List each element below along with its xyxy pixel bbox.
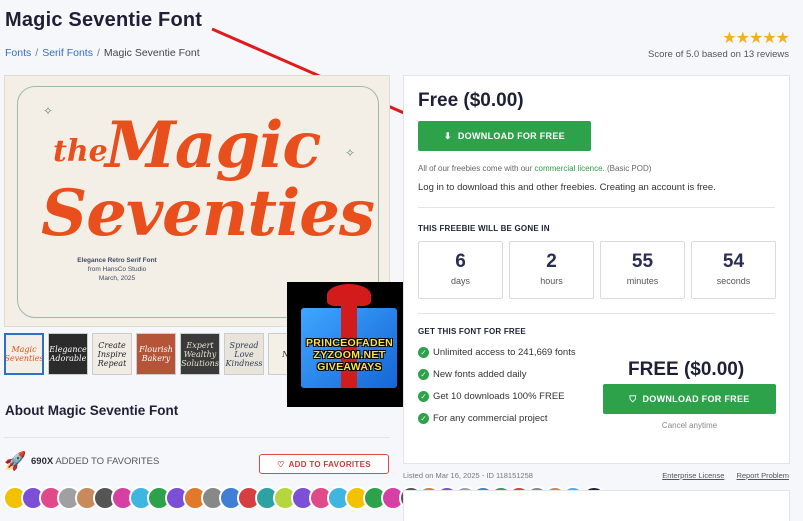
rocket-icon: 🚀 (4, 451, 27, 471)
rating-score: Score of 5.0 based on 13 reviews (647, 49, 789, 60)
heart-icon: ♡ (277, 459, 285, 469)
divider (418, 207, 775, 208)
gift-overlay-image: PRINCEOFADEN ZYZOOM.NET GIVEAWAYS (287, 282, 412, 407)
preview-subtitle: Elegance Retro Serif Font from HansCo St… (57, 256, 177, 283)
cancel-anytime-text: Cancel anytime (661, 421, 718, 430)
feature-item: ✓ For any commercial project (418, 412, 588, 425)
preview-subtitle-line3: March, 2025 (98, 275, 136, 282)
check-icon: ✓ (418, 391, 429, 402)
sparkle-icon: ✧ (345, 146, 356, 160)
breadcrumb-current: Magic Seventie Font (103, 47, 200, 59)
gift-text-line3: GIVEAWAYS (317, 361, 382, 373)
preview-subtitle-bold: Elegance Retro Serif Font (77, 257, 157, 264)
licence-prefix: All of our freebies come with our (418, 164, 535, 173)
download-button-label: DOWNLOAD FOR FREE (457, 131, 565, 141)
countdown-minutes: 55 minutes (600, 241, 685, 299)
countdown-unit: hours (540, 276, 563, 286)
gift-text-line1: PRINCEOFADEN (305, 337, 394, 349)
favorites-count: 690X ADDED TO FAVORITES (31, 456, 159, 467)
login-text: Log in to download this and other freebi… (418, 182, 716, 193)
countdown-timer: 6 days 2 hours 55 minutes 54 seconds (418, 241, 776, 299)
download-button[interactable]: ⬇ DOWNLOAD FOR FREE (418, 121, 591, 151)
countdown-value: 2 (546, 251, 557, 272)
breadcrumb: Fonts / Serif Fonts / Magic Seventie Font (5, 47, 200, 59)
feature-text: For any commercial project (433, 413, 548, 424)
download-button-secondary[interactable]: ⛉ DOWNLOAD FOR FREE (603, 384, 776, 414)
preview-subtitle-line2: from HansCo Studio (87, 266, 147, 273)
check-icon: ✓ (418, 413, 429, 424)
thumbnail-2[interactable]: Elegance Adorable (48, 333, 88, 375)
enterprise-license-link[interactable]: Enterprise License (662, 471, 724, 480)
feature-text: Get 10 downloads 100% FREE (433, 391, 565, 402)
sparkle-icon: ✧ (43, 104, 54, 118)
download-icon: ⬇ (444, 130, 452, 141)
countdown-days: 6 days (418, 241, 503, 299)
favorites-count-number: 690X (31, 456, 54, 467)
feature-item: ✓ New fonts added daily (418, 368, 588, 381)
add-to-favorites-button[interactable]: ♡ ADD TO FAVORITES (259, 454, 389, 474)
gift-text: PRINCEOFADEN ZYZOOM.NET GIVEAWAYS (291, 337, 408, 373)
thumbnail-3[interactable]: Create Inspire Repeat (92, 333, 132, 375)
footer-links: Enterprise License Report Problem (652, 471, 789, 480)
countdown-seconds: 54 seconds (691, 241, 776, 299)
breadcrumb-serif-fonts[interactable]: Serif Fonts (42, 47, 93, 59)
favorites-row: 🚀 690X ADDED TO FAVORITES ♡ ADD TO FAVOR… (4, 451, 390, 475)
licence-text: All of our freebies come with our commer… (418, 164, 651, 173)
countdown-unit: days (450, 276, 470, 286)
check-icon: ✓ (418, 369, 429, 380)
check-icon: ✓ (418, 347, 429, 358)
price-label: Free ($0.00) (418, 90, 524, 111)
star-rating-icon: ★★★★★ (722, 30, 790, 47)
feature-text: New fonts added daily (433, 369, 527, 380)
commercial-licence-link[interactable]: commercial licence (535, 164, 603, 173)
licence-suffix: . (Basic POD) (602, 164, 652, 173)
preview-text-magic: Magic (105, 108, 321, 183)
download-panel: Free ($0.00) ⬇ DOWNLOAD FOR FREE All of … (403, 75, 790, 464)
shield-check-icon: ⛉ (629, 393, 637, 404)
thumbnail-6[interactable]: Spread Love Kindness (224, 333, 264, 375)
countdown-unit: minutes (626, 276, 659, 286)
thumbnail-strip: Magic Seventies Elegance Adorable Create I… (4, 333, 308, 375)
countdown-unit: seconds (716, 276, 751, 286)
countdown-value: 55 (631, 251, 654, 272)
feature-text: Unlimited access to 241,669 fonts (433, 347, 576, 358)
page-title: Magic Seventie Font (5, 9, 203, 31)
favorites-count-text: ADDED TO FAVORITES (55, 456, 160, 467)
price-label-secondary: FREE ($0.00) (628, 359, 745, 380)
about-heading: About Magic Seventie Font (5, 403, 179, 418)
preview-text-the: the (53, 134, 108, 169)
breadcrumb-fonts[interactable]: Fonts (5, 47, 31, 59)
gift-text-line2: ZYZOOM.NET (313, 349, 386, 361)
feature-item: ✓ Get 10 downloads 100% FREE (418, 390, 588, 403)
countdown-value: 54 (722, 251, 745, 272)
countdown-value: 6 (455, 251, 466, 272)
listing-info: Listed on Mar 16, 2025 - ID 118151258 (403, 471, 533, 480)
divider (4, 437, 390, 438)
add-to-favorites-label: ADD TO FAVORITES (288, 459, 371, 469)
preview-text-seventies: Seventies (41, 176, 375, 251)
get-font-title: GET THIS FONT FOR FREE (418, 327, 526, 336)
countdown-hours: 2 hours (509, 241, 594, 299)
rating: ★★★★★ Score of 5.0 based on 13 reviews (647, 28, 790, 60)
download-button-secondary-label: DOWNLOAD FOR FREE (642, 394, 750, 404)
feature-item: ✓ Unlimited access to 241,669 fonts (418, 346, 588, 359)
divider (418, 313, 775, 314)
gift-bow (327, 284, 371, 306)
secondary-panel (403, 490, 790, 521)
thumbnail-5[interactable]: Expert Wealthy Solutions (180, 333, 220, 375)
countdown-title: THIS FREEBIE WILL BE GONE IN (418, 224, 550, 233)
thumbnail-4[interactable]: Flourish Bakery (136, 333, 176, 375)
thumbnail-1[interactable]: Magic Seventies (4, 333, 44, 375)
report-problem-link[interactable]: Report Problem (736, 471, 789, 480)
features-list: ✓ Unlimited access to 241,669 fonts ✓ New f… (418, 346, 588, 434)
